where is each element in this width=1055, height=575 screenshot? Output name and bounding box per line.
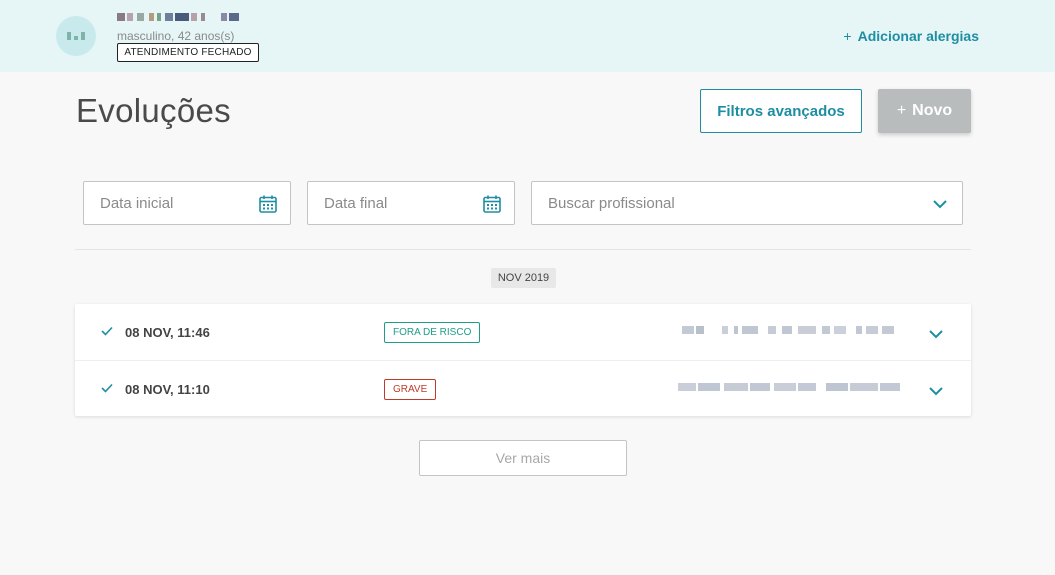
divider: [75, 249, 971, 250]
professional-select[interactable]: Buscar profissional: [531, 181, 963, 225]
avatar: [56, 16, 96, 56]
month-label: NOV 2019: [491, 268, 556, 288]
evolution-row[interactable]: 08 NOV, 11:10 GRAVE: [75, 360, 971, 416]
add-allergy-link[interactable]: + Adicionar alergias: [843, 28, 979, 44]
patient-header: masculino, 42 anos(s) ATENDIMENTO FECHAD…: [0, 0, 1055, 72]
add-allergy-label: Adicionar alergias: [857, 28, 979, 44]
calendar-icon[interactable]: [258, 194, 278, 214]
new-button-label: Novo: [912, 102, 953, 119]
end-date-placeholder: Data final: [324, 195, 388, 212]
end-date-field[interactable]: Data final: [307, 181, 515, 225]
check-icon: [101, 326, 113, 336]
plus-icon: +: [896, 102, 907, 119]
calendar-icon[interactable]: [482, 194, 502, 214]
chevron-down-icon[interactable]: [932, 196, 948, 212]
evolution-list: 08 NOV, 11:46 FORA DE RISCO 08 NOV, 11:1…: [75, 304, 971, 416]
chevron-down-icon[interactable]: [928, 326, 944, 342]
start-date-field[interactable]: Data inicial: [83, 181, 291, 225]
risk-status-badge: GRAVE: [384, 379, 437, 400]
check-icon: [101, 383, 113, 393]
page-title: Evoluções: [76, 92, 231, 129]
evolution-date: 08 NOV, 11:10: [125, 382, 210, 397]
patient-demographics: masculino, 42 anos(s): [117, 29, 235, 43]
advanced-filters-button[interactable]: Filtros avançados: [700, 89, 862, 133]
professional-name-redacted: [678, 382, 900, 392]
avatar-initials-icon: [67, 32, 85, 40]
professional-name-redacted: [682, 325, 894, 335]
chevron-down-icon[interactable]: [928, 383, 944, 399]
risk-status-badge: FORA DE RISCO: [384, 322, 481, 343]
start-date-placeholder: Data inicial: [100, 195, 174, 212]
evolution-date: 08 NOV, 11:46: [125, 325, 210, 340]
new-evolution-button[interactable]: + Novo: [878, 89, 971, 133]
load-more-button[interactable]: Ver mais: [419, 440, 627, 476]
evolution-row[interactable]: 08 NOV, 11:46 FORA DE RISCO: [75, 304, 971, 360]
patient-name-redacted: [117, 11, 247, 23]
status-badge: ATENDIMENTO FECHADO: [117, 43, 259, 62]
professional-placeholder: Buscar profissional: [548, 195, 675, 212]
plus-icon: +: [843, 28, 852, 44]
